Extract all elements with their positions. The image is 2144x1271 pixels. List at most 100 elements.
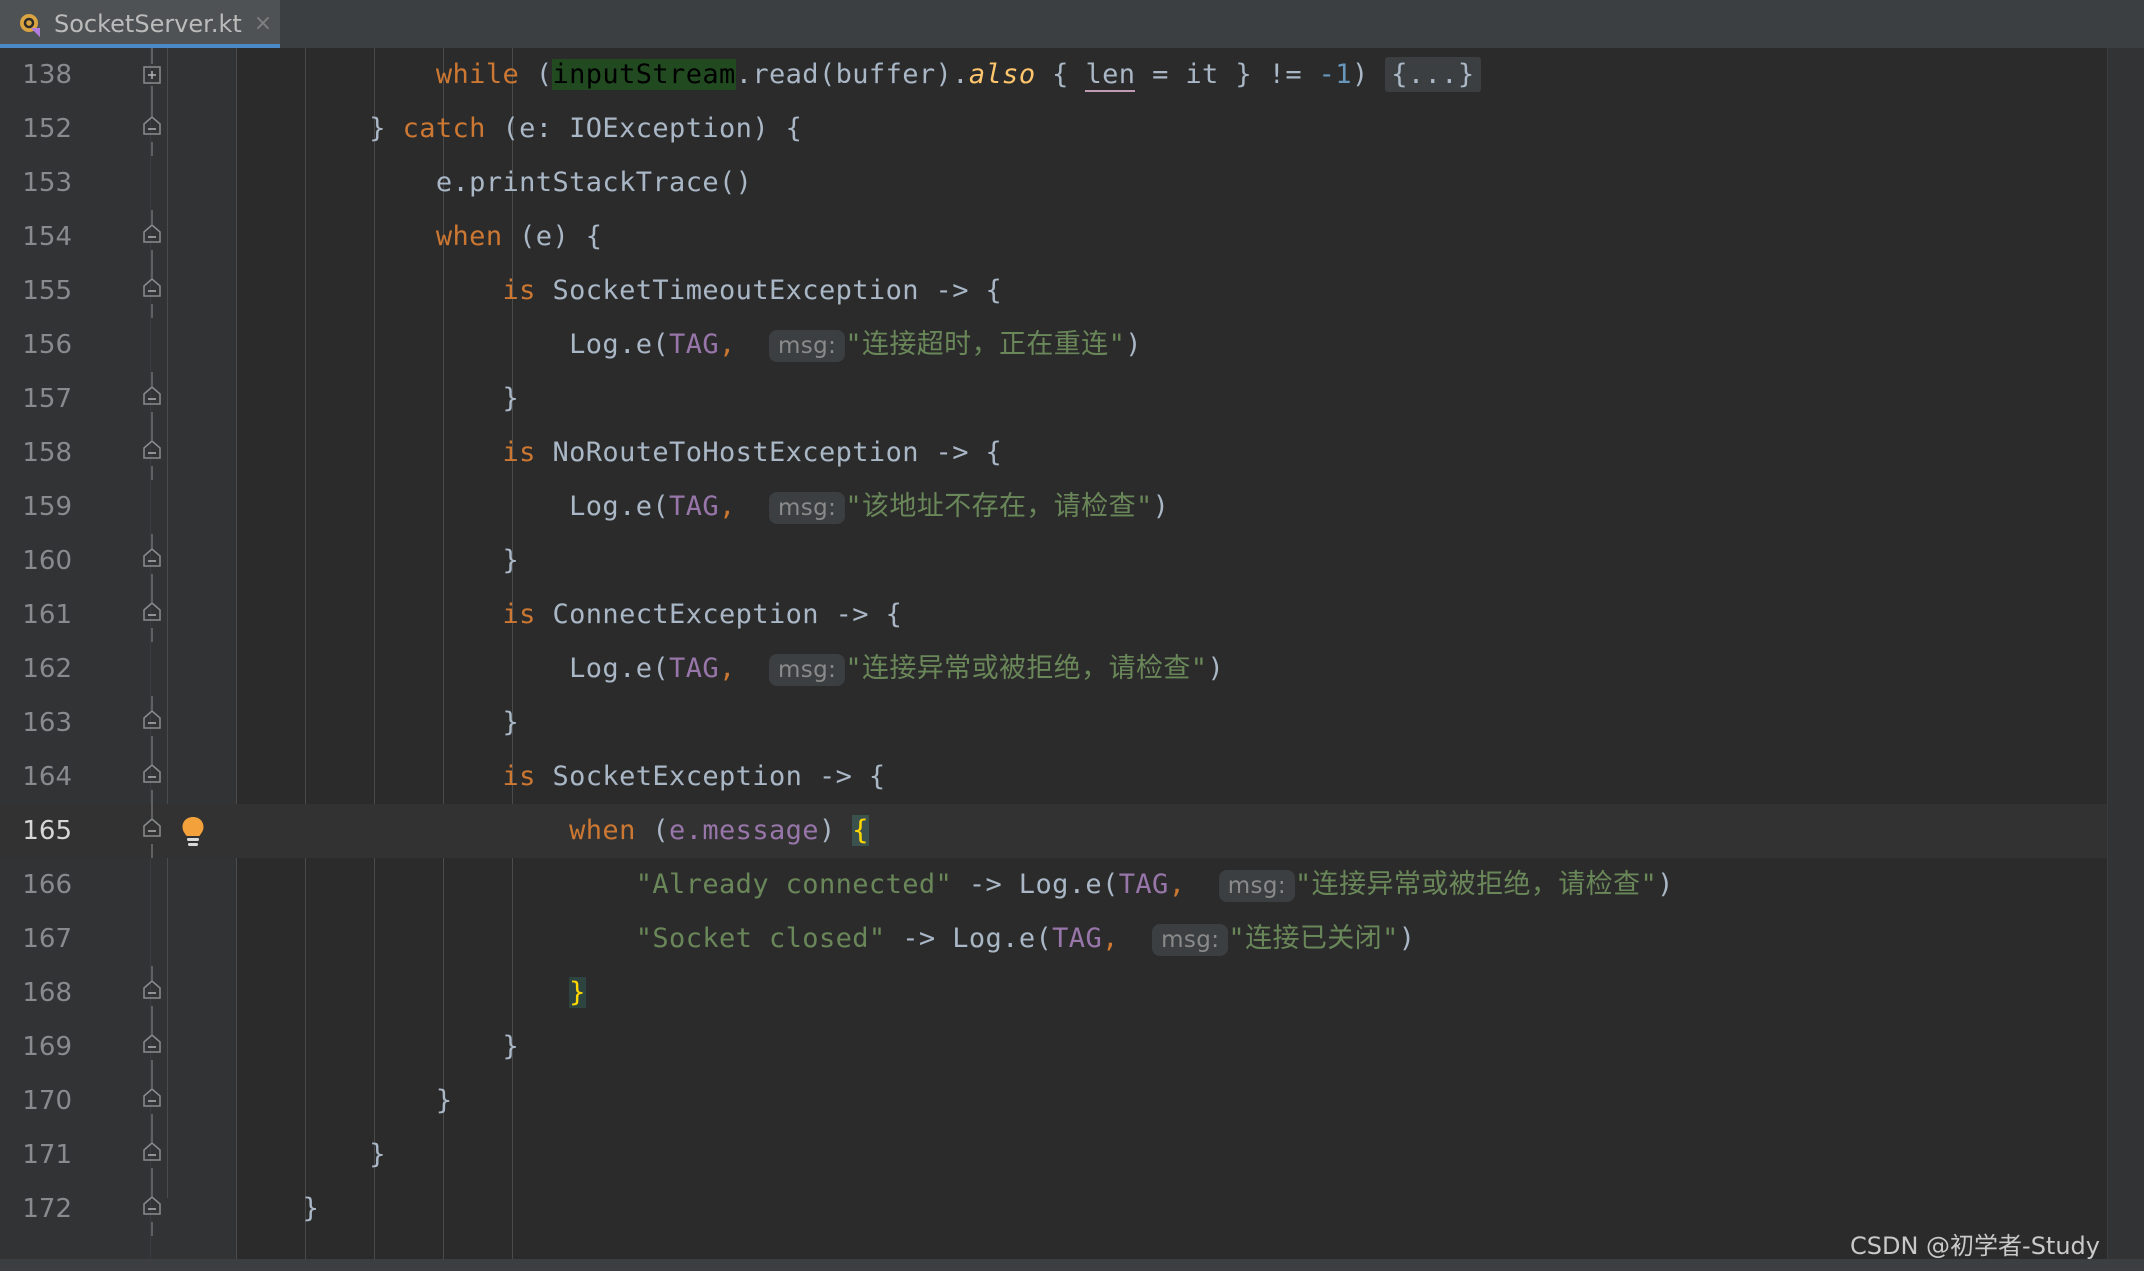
- code-line[interactable]: 153 e.printStackTrace(): [0, 156, 2144, 210]
- code-line-text: when (e) {: [435, 221, 603, 252]
- code-line-text: }: [502, 383, 520, 414]
- code-line[interactable]: 158 is NoRouteToHostException -> {: [0, 426, 2144, 480]
- line-number: 162: [22, 654, 72, 684]
- fold-collapse-icon[interactable]: [140, 588, 164, 642]
- fold-collapse-icon[interactable]: [140, 750, 164, 804]
- code-line-text: }: [435, 1085, 453, 1116]
- code-line[interactable]: 161 is ConnectException -> {: [0, 588, 2144, 642]
- code-line[interactable]: 166 "Already connected" -> Log.e(TAG, ms…: [0, 858, 2144, 912]
- fold-collapse-icon[interactable]: [140, 1074, 164, 1128]
- close-icon[interactable]: ×: [254, 13, 272, 35]
- fold-collapse-icon[interactable]: [140, 102, 164, 156]
- line-number: 152: [22, 114, 72, 144]
- line-number: 153: [22, 168, 72, 198]
- code-line-text: is SocketTimeoutException -> {: [502, 275, 1003, 306]
- fold-collapse-icon[interactable]: [140, 966, 164, 1020]
- inlay-hint-msg: msg:: [768, 654, 846, 686]
- fold-expand-icon[interactable]: [140, 48, 164, 102]
- bottom-status-strip: [0, 1259, 2144, 1271]
- code-line-text: }: [369, 1139, 386, 1170]
- line-number: 154: [22, 222, 72, 252]
- lightbulb-intention-icon[interactable]: [178, 815, 208, 847]
- code-line[interactable]: 167 "Socket closed" -> Log.e(TAG, msg: "连…: [0, 912, 2144, 966]
- code-line-text: }: [502, 545, 520, 576]
- code-line[interactable]: 171 }: [0, 1128, 2144, 1182]
- code-line-text: Log.e(TAG, msg: "该地址不存在，请检查"): [569, 491, 1170, 524]
- line-number: 171: [22, 1140, 72, 1170]
- code-line-text: "Already connected" -> Log.e(TAG, msg: "连…: [635, 869, 1674, 902]
- folded-code-marker[interactable]: {...}: [1385, 57, 1481, 92]
- line-number: 156: [22, 330, 72, 360]
- code-line[interactable]: 168 }: [0, 966, 2144, 1020]
- line-number: 157: [22, 384, 72, 414]
- code-line-text: Log.e(TAG, msg: "连接超时，正在重连"): [569, 329, 1142, 362]
- code-line-text: is SocketException -> {: [502, 761, 886, 792]
- code-line[interactable]: 165 when (e.message) {: [0, 804, 2144, 858]
- line-number: 168: [22, 978, 72, 1008]
- fold-collapse-icon[interactable]: [140, 1128, 164, 1182]
- code-line-text: Log.e(TAG, msg: "连接异常或被拒绝，请检查"): [569, 653, 1225, 686]
- code-line-text: "Socket closed" -> Log.e(TAG, msg: "连接已关闭…: [635, 923, 1416, 956]
- line-number: 138: [22, 60, 72, 90]
- code-line[interactable]: 152 } catch (e: IOException) {: [0, 102, 2144, 156]
- code-line[interactable]: 157 }: [0, 372, 2144, 426]
- code-line-text: } catch (e: IOException) {: [369, 113, 803, 144]
- code-line-text: while (inputStream.read(buffer).also { l…: [236, 48, 1481, 102]
- code-line[interactable]: 160 }: [0, 534, 2144, 588]
- fold-collapse-icon[interactable]: [140, 1182, 164, 1236]
- code-line[interactable]: 169 }: [0, 1020, 2144, 1074]
- code-line-text: is NoRouteToHostException -> {: [502, 437, 1003, 468]
- code-line-text: }: [236, 966, 586, 1020]
- code-line[interactable]: 172 }: [0, 1182, 2144, 1236]
- line-number: 158: [22, 438, 72, 468]
- watermark-text: CSDN @初学者-Study: [1849, 1232, 2100, 1260]
- fold-collapse-icon[interactable]: [140, 696, 164, 750]
- line-number: 161: [22, 600, 72, 630]
- fold-collapse-icon[interactable]: [140, 804, 164, 858]
- line-number: 160: [22, 546, 72, 576]
- code-line[interactable]: 156 Log.e(TAG, msg: "连接超时，正在重连"): [0, 318, 2144, 372]
- code-line-text: }: [502, 707, 520, 738]
- code-editor[interactable]: 138 while (inputStream.read(buffer).also…: [0, 48, 2144, 1271]
- code-line[interactable]: 159 Log.e(TAG, msg: "该地址不存在，请检查"): [0, 480, 2144, 534]
- line-number: 169: [22, 1032, 72, 1062]
- line-number: 165: [22, 816, 72, 846]
- code-line-text: }: [302, 1193, 320, 1224]
- inlay-hint-msg: msg:: [768, 492, 846, 524]
- code-line[interactable]: 162 Log.e(TAG, msg: "连接异常或被拒绝，请检查"): [0, 642, 2144, 696]
- fold-collapse-icon[interactable]: [140, 264, 164, 318]
- code-line[interactable]: 138 while (inputStream.read(buffer).also…: [0, 48, 2144, 102]
- fold-collapse-icon[interactable]: [140, 372, 164, 426]
- line-number: 167: [22, 924, 72, 954]
- editor-tab-bar: SocketServer.kt ×: [0, 0, 2144, 48]
- code-line[interactable]: 154 when (e) {: [0, 210, 2144, 264]
- line-number: 164: [22, 762, 72, 792]
- code-line[interactable]: 164 is SocketException -> {: [0, 750, 2144, 804]
- line-number: 172: [22, 1194, 72, 1224]
- code-line-text: }: [502, 1031, 520, 1062]
- fold-collapse-icon[interactable]: [140, 1020, 164, 1074]
- code-line-text: when (e.message) {: [569, 815, 869, 846]
- brace-match-open: {: [852, 815, 869, 846]
- selected-token: inputStream: [552, 59, 736, 90]
- tab-socketserver-kt[interactable]: SocketServer.kt ×: [0, 0, 280, 48]
- inlay-hint-msg: msg:: [768, 330, 846, 362]
- line-number: 166: [22, 870, 72, 900]
- line-number: 159: [22, 492, 72, 522]
- fold-collapse-icon[interactable]: [140, 426, 164, 480]
- tab-label: SocketServer.kt: [54, 10, 242, 38]
- code-line-text: is ConnectException -> {: [502, 599, 903, 630]
- fold-collapse-icon[interactable]: [140, 534, 164, 588]
- code-line-text: e.printStackTrace(): [435, 167, 753, 198]
- line-number: 163: [22, 708, 72, 738]
- editor-scrollbar[interactable]: [2108, 48, 2144, 1271]
- fold-collapse-icon[interactable]: [140, 210, 164, 264]
- code-line[interactable]: 170 }: [0, 1074, 2144, 1128]
- brace-match-close: }: [569, 977, 586, 1008]
- kotlin-file-icon: [18, 11, 44, 37]
- inlay-hint-msg: msg:: [1152, 924, 1229, 956]
- line-number: 155: [22, 276, 72, 306]
- code-line[interactable]: 163 }: [0, 696, 2144, 750]
- inlay-hint-msg: msg:: [1218, 870, 1296, 902]
- code-line[interactable]: 155 is SocketTimeoutException -> {: [0, 264, 2144, 318]
